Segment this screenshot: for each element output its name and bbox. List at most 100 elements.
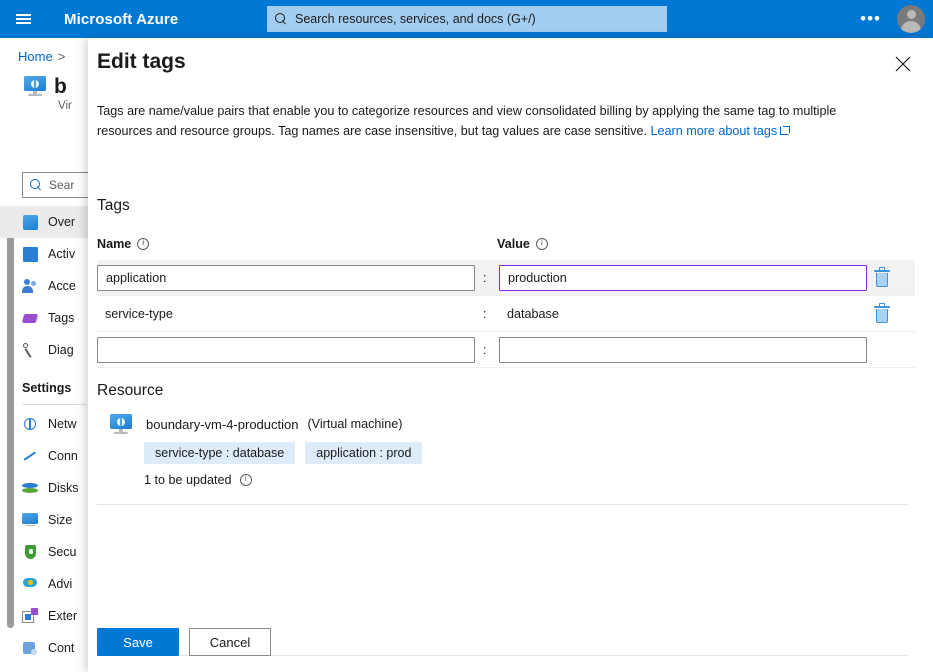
- update-status-text: 1 to be updated: [144, 473, 232, 487]
- extensions-icon: [22, 607, 39, 625]
- panel-title: Edit tags: [97, 50, 186, 73]
- top-navigation-bar: Microsoft Azure Search resources, servic…: [0, 0, 933, 38]
- sidebar-item-label: Disks: [48, 481, 79, 495]
- tag-separator: :: [483, 270, 487, 285]
- sidebar-item-label: Advi: [48, 577, 73, 591]
- security-shield-icon: [22, 544, 39, 561]
- resource-name: boundary-vm-4-production: [146, 416, 299, 432]
- tags-column-headers: Name Value: [97, 237, 907, 255]
- sidebar-item-label: Over: [48, 215, 76, 229]
- tag-separator: :: [483, 306, 487, 321]
- sidebar-item-extensions[interactable]: Exter: [0, 600, 96, 632]
- page-title: b: [54, 75, 67, 98]
- info-icon[interactable]: [535, 237, 548, 250]
- sidebar-item-label: Diag: [48, 343, 74, 357]
- overview-icon: [22, 214, 39, 231]
- global-search-input[interactable]: Search resources, services, and docs (G+…: [267, 6, 667, 32]
- page-subtitle: Vir: [58, 100, 72, 112]
- tag-separator: :: [483, 342, 487, 357]
- sidebar-item-label: Netw: [48, 417, 77, 431]
- panel-description: Tags are name/value pairs that enable yo…: [97, 101, 872, 141]
- sidebar-item-activity-log[interactable]: Activ: [0, 238, 96, 270]
- tags-section-title: Tags: [97, 197, 130, 214]
- sidebar-divider: [22, 404, 86, 405]
- resource-type: (Virtual machine): [307, 417, 403, 431]
- tags-rows: application : production service-type : …: [97, 260, 915, 368]
- sidebar-item-overview[interactable]: Over: [0, 206, 96, 238]
- resource-block: boundary-vm-4-production (Virtual machin…: [97, 414, 907, 487]
- tag-value-cell: production: [499, 264, 867, 291]
- tag-name-cell: application: [97, 264, 475, 291]
- sidebar-item-label: Secu: [48, 545, 77, 559]
- breadcrumb-item-home[interactable]: Home: [18, 49, 53, 64]
- tags-icon: [21, 310, 39, 327]
- search-icon: [30, 178, 43, 192]
- panel-footer: Save Cancel: [97, 628, 271, 656]
- continuous-delivery-icon: [22, 640, 39, 657]
- cancel-button[interactable]: Cancel: [189, 628, 271, 656]
- column-header-value: Value: [497, 237, 548, 251]
- breadcrumb: Home >: [18, 49, 70, 64]
- sidebar-item-connect[interactable]: Conn: [0, 440, 96, 472]
- sidebar-item-label: Cont: [48, 641, 75, 655]
- sidebar-item-size[interactable]: Size: [0, 504, 96, 536]
- sidebar-item-advisor[interactable]: Advi: [0, 568, 96, 600]
- sidebar-item-continuous-delivery[interactable]: Cont: [0, 632, 96, 664]
- sidebar-item-label: Activ: [48, 247, 76, 261]
- brand-title[interactable]: Microsoft Azure: [64, 11, 178, 28]
- tag-name-cell: service-type: [105, 305, 173, 323]
- sidebar-item-label: Acce: [48, 279, 76, 293]
- update-status-row: 1 to be updated: [144, 473, 907, 487]
- tag-value-cell: database: [507, 305, 559, 323]
- sidebar-item-networking[interactable]: Netw: [0, 408, 96, 440]
- tag-value-text[interactable]: database: [507, 307, 559, 321]
- global-search-placeholder: Search resources, services, and docs (G+…: [295, 12, 536, 26]
- sidebar-item-disks[interactable]: Disks: [0, 472, 96, 504]
- tag-value-input[interactable]: [499, 336, 867, 363]
- info-icon[interactable]: [239, 473, 252, 486]
- sidebar-item-access-control[interactable]: Acce: [0, 270, 96, 302]
- sidebar-item-tags[interactable]: Tags: [0, 302, 96, 334]
- sidebar-item-security[interactable]: Secu: [0, 536, 96, 568]
- status-badge: service-type : database: [144, 442, 296, 464]
- sidebar-item-label: Conn: [48, 449, 78, 463]
- tag-name-cell: [97, 336, 475, 363]
- activity-log-icon: [22, 246, 39, 263]
- resource-section-title: Resource: [97, 382, 164, 399]
- advisor-icon: [22, 576, 39, 593]
- delete-trash-icon[interactable]: [872, 302, 892, 325]
- virtual-machine-icon: [110, 414, 132, 434]
- tag-value-input[interactable]: production: [499, 264, 867, 291]
- more-options-icon[interactable]: •••: [854, 0, 887, 38]
- panel-header: Edit tags: [88, 38, 933, 90]
- sidebar-item-availability[interactable]: Avail: [0, 664, 96, 672]
- sidebar-search-input[interactable]: Sear: [22, 172, 96, 198]
- search-icon: [275, 12, 288, 26]
- sidebar-item-diagnose[interactable]: Diag: [0, 334, 96, 366]
- hamburger-menu-icon[interactable]: [0, 0, 46, 38]
- learn-more-link[interactable]: Learn more about tags: [651, 124, 778, 138]
- edit-tags-panel: Edit tags Tags are name/value pairs that…: [88, 38, 933, 672]
- delete-trash-icon[interactable]: [872, 266, 892, 289]
- tag-name-input[interactable]: application: [97, 264, 475, 291]
- status-badge: application : prod: [305, 442, 423, 464]
- resource-row: boundary-vm-4-production (Virtual machin…: [97, 414, 907, 434]
- diagnose-wrench-icon: [22, 342, 39, 359]
- sidebar-item-label: Size: [48, 513, 73, 527]
- tag-name-text[interactable]: service-type: [105, 307, 173, 321]
- column-header-name: Name: [97, 237, 150, 251]
- resource-title-block: b Vir: [24, 75, 72, 112]
- user-avatar-icon[interactable]: [897, 5, 925, 33]
- save-button[interactable]: Save: [97, 628, 179, 656]
- table-row: application : production: [97, 260, 915, 296]
- sidebar-nav-list: Over Activ Acce Tags Diag Settings Netw …: [0, 206, 96, 672]
- close-icon[interactable]: [891, 52, 915, 76]
- sidebar-item-label: Exter: [48, 609, 78, 623]
- resource-tag-chips: service-type : database application : pr…: [144, 442, 907, 464]
- resource-left-column: Home > b Vir Sear Over Activ Acce Tags D…: [0, 38, 96, 672]
- tag-name-input[interactable]: [97, 336, 475, 363]
- networking-icon: [22, 416, 39, 433]
- info-icon[interactable]: [137, 237, 150, 250]
- column-header-name-label: Name: [97, 237, 132, 251]
- column-header-value-label: Value: [497, 237, 530, 251]
